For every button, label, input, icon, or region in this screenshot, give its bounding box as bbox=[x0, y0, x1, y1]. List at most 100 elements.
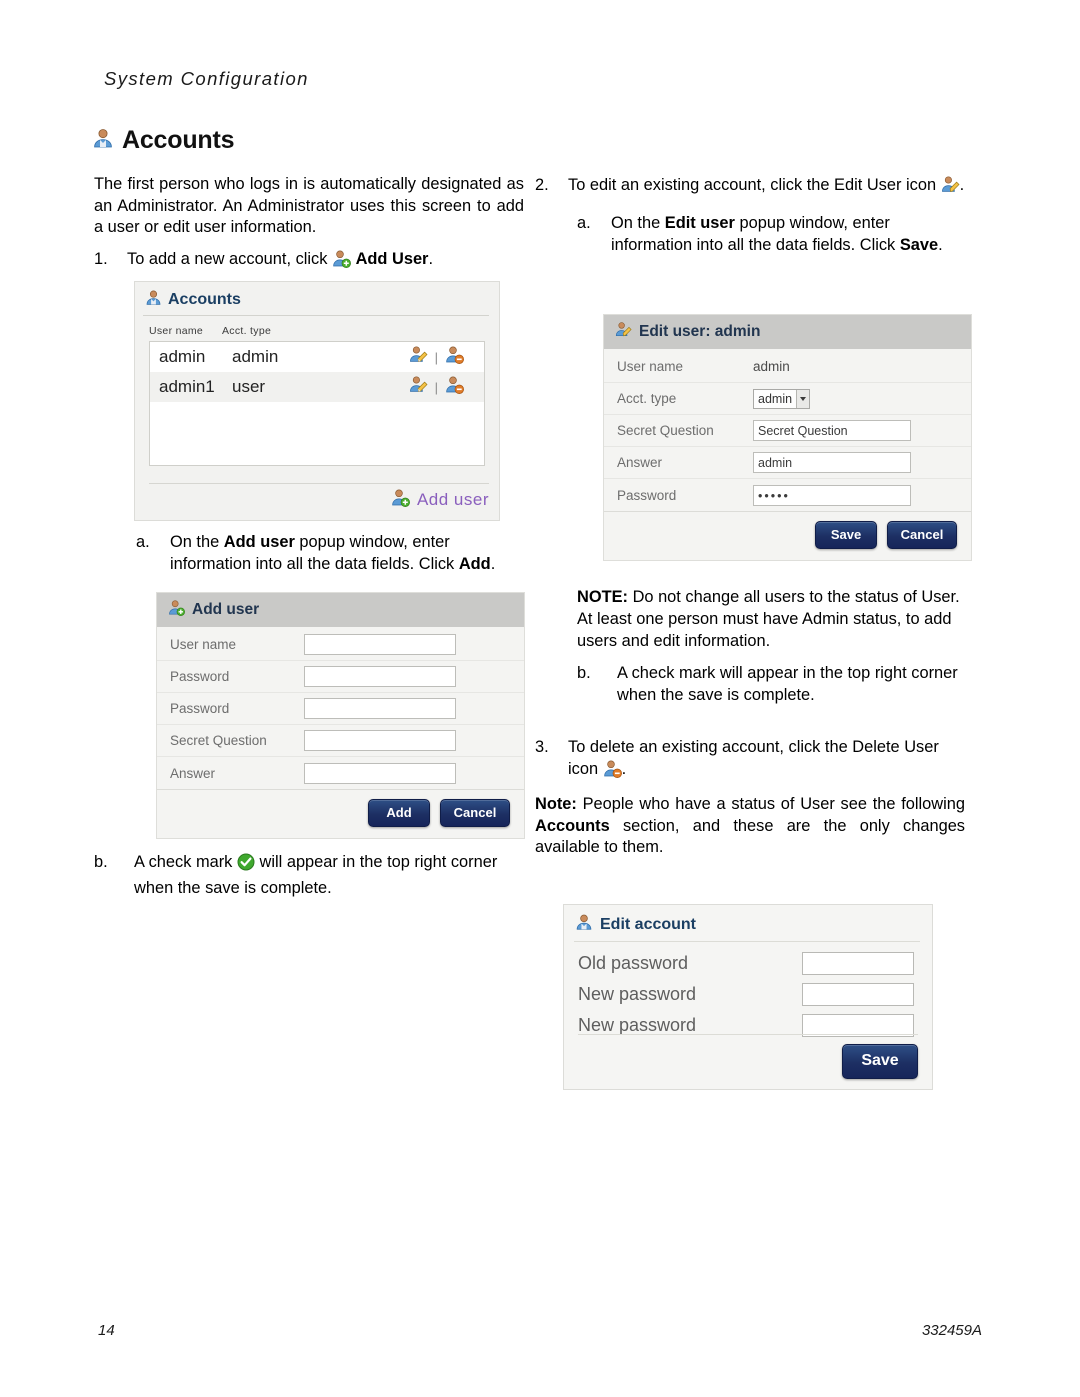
step-1-bold: Add User bbox=[355, 249, 429, 268]
new-password-input[interactable] bbox=[802, 983, 914, 1006]
step-1a-bold-2: Add bbox=[458, 555, 491, 573]
accounts-table-header: User name Acct. type bbox=[135, 316, 499, 341]
acct-type-select[interactable]: admin bbox=[753, 388, 811, 409]
accounts-table: admin admin | admin1 user | bbox=[149, 341, 485, 466]
edit-account-title: Edit account bbox=[564, 905, 932, 941]
field-row-password: Password ••••• bbox=[604, 479, 971, 511]
note-block-bold-1: Note: bbox=[535, 795, 577, 813]
user-icon bbox=[145, 289, 162, 311]
note-inline-text: NOTE: Do not change all users to the sta… bbox=[577, 586, 965, 652]
save-button[interactable]: Save bbox=[842, 1044, 918, 1079]
password-input[interactable]: ••••• bbox=[753, 484, 911, 506]
note-block-bold-2: Accounts bbox=[535, 816, 610, 835]
step-1a-text: On the Add user popup window, enter info… bbox=[170, 531, 524, 575]
label-answer: Answer bbox=[617, 455, 663, 470]
step-1a-marker: a. bbox=[136, 533, 150, 551]
add-user-link[interactable]: Add user bbox=[417, 490, 489, 510]
cancel-button[interactable]: Cancel bbox=[440, 799, 510, 827]
table-row[interactable]: admin admin | bbox=[150, 342, 484, 372]
label-password: Password bbox=[170, 669, 230, 684]
step-1: 1. To add a new account, click Add User. bbox=[94, 248, 524, 274]
edit-user-icon[interactable] bbox=[409, 375, 428, 399]
add-user-icon bbox=[168, 599, 185, 621]
intro-paragraph: The first person who logs in is automati… bbox=[94, 175, 524, 236]
step-3-text: To delete an existing account, click the… bbox=[568, 736, 965, 784]
user-name-input[interactable] bbox=[304, 634, 456, 655]
add-user-dialog-body: User name Password Password Secret Quest… bbox=[157, 627, 524, 789]
row-actions: | bbox=[409, 375, 478, 399]
edit-user-icon[interactable] bbox=[409, 345, 428, 369]
note-inline-bold: NOTE: bbox=[577, 588, 628, 606]
step-2: 2. To edit an existing account, click th… bbox=[535, 174, 965, 200]
cell-user-name: admin bbox=[159, 347, 206, 366]
field-row-user-name: User name admin bbox=[604, 351, 971, 383]
document-page: System Configuration Accounts The first … bbox=[0, 0, 1080, 1397]
accounts-panel-footer: Add user bbox=[149, 483, 489, 512]
running-header: System Configuration bbox=[104, 68, 309, 89]
green-check-icon bbox=[237, 853, 255, 877]
step-1-text-before: To add a new account, click bbox=[127, 249, 328, 268]
page-number: 14 bbox=[98, 1322, 115, 1339]
secret-question-input[interactable] bbox=[304, 730, 456, 751]
label-secret-question: Secret Question bbox=[170, 733, 267, 748]
right-column: 2. To edit an existing account, click th… bbox=[535, 174, 965, 262]
note-inline-body: Do not change all users to the status of… bbox=[577, 588, 960, 650]
password-input[interactable] bbox=[304, 666, 456, 687]
answer-input[interactable] bbox=[304, 762, 456, 784]
old-password-input[interactable] bbox=[802, 952, 914, 975]
delete-user-icon[interactable] bbox=[445, 375, 464, 399]
label-user-name: User name bbox=[170, 637, 237, 652]
step-1-text: To add a new account, click Add User. bbox=[127, 248, 524, 274]
cancel-button[interactable]: Cancel bbox=[887, 521, 957, 549]
value-user-name: admin bbox=[753, 359, 790, 374]
cell-user-name: admin1 bbox=[159, 377, 215, 396]
answer-input[interactable]: admin bbox=[753, 452, 911, 473]
delete-user-icon[interactable] bbox=[445, 345, 464, 369]
edit-user-icon bbox=[941, 175, 960, 200]
add-user-icon bbox=[332, 249, 351, 274]
edit-account-footer: Save bbox=[578, 1034, 918, 1079]
step-1b-marker: b. bbox=[94, 853, 108, 871]
step-2a-marker: a. bbox=[577, 214, 591, 232]
step-1a-bold-1: Add user bbox=[223, 533, 295, 551]
page-footer: 14 332459A bbox=[0, 1322, 1080, 1339]
field-row-acct-type: Acct. type admin bbox=[604, 383, 971, 415]
action-separator: | bbox=[434, 379, 438, 395]
secret-question-input[interactable]: Secret Question bbox=[753, 420, 911, 441]
label-old-password: Old password bbox=[578, 953, 689, 973]
step-1a: a. On the Add user popup window, enter i… bbox=[136, 531, 524, 575]
label-password: Password bbox=[617, 487, 677, 503]
step-3-marker: 3. bbox=[535, 738, 549, 756]
label-new-password: New password bbox=[578, 984, 697, 1004]
edit-account-panel-screenshot: Edit account Old password New password N… bbox=[563, 904, 933, 1090]
accounts-panel-title: Accounts bbox=[135, 282, 499, 315]
step-2-text-after: . bbox=[959, 176, 965, 194]
table-row[interactable]: admin1 user | bbox=[150, 372, 484, 402]
label-password-confirm: Password bbox=[170, 701, 230, 716]
step-1-text-after: . bbox=[428, 249, 434, 268]
add-user-dialog-footer: Add Cancel bbox=[157, 789, 524, 838]
edit-user-dialog-screenshot: Edit user: admin User name admin Acct. t… bbox=[603, 314, 972, 561]
step-1b-text: A check mark will appear in the top righ… bbox=[134, 851, 524, 899]
add-user-dialog-title: Add user bbox=[157, 593, 524, 627]
step-2a: a. On the Edit user popup window, enter … bbox=[577, 212, 965, 256]
accounts-panel-screenshot: Accounts User name Acct. type admin admi… bbox=[134, 281, 500, 521]
password-confirm-input[interactable] bbox=[304, 698, 456, 719]
add-user-dialog-screenshot: Add user User name Password Password Sec… bbox=[156, 592, 525, 839]
field-row-password-confirm: Password bbox=[157, 693, 524, 725]
label-acct-type: Acct. type bbox=[617, 391, 677, 406]
user-icon bbox=[92, 127, 114, 154]
delete-user-icon bbox=[603, 759, 622, 784]
page-title-text: Accounts bbox=[122, 126, 235, 154]
label-new-password-confirm: New password bbox=[578, 1015, 697, 1035]
save-button[interactable]: Save bbox=[815, 521, 877, 549]
cell-acct-type: user bbox=[232, 377, 266, 396]
step-2-text-before: To edit an existing account, click the E… bbox=[568, 176, 937, 194]
add-user-icon[interactable] bbox=[391, 488, 410, 512]
step-2a-bold-2: Save bbox=[899, 236, 939, 254]
step-3: 3. To delete an existing account, click … bbox=[535, 736, 965, 784]
note-block-text-1: People who have a status of User see the… bbox=[582, 795, 965, 813]
left-column-step-1a: a. On the Add user popup window, enter i… bbox=[94, 531, 524, 581]
add-button[interactable]: Add bbox=[368, 799, 430, 827]
edit-account-title-text: Edit account bbox=[600, 915, 697, 933]
